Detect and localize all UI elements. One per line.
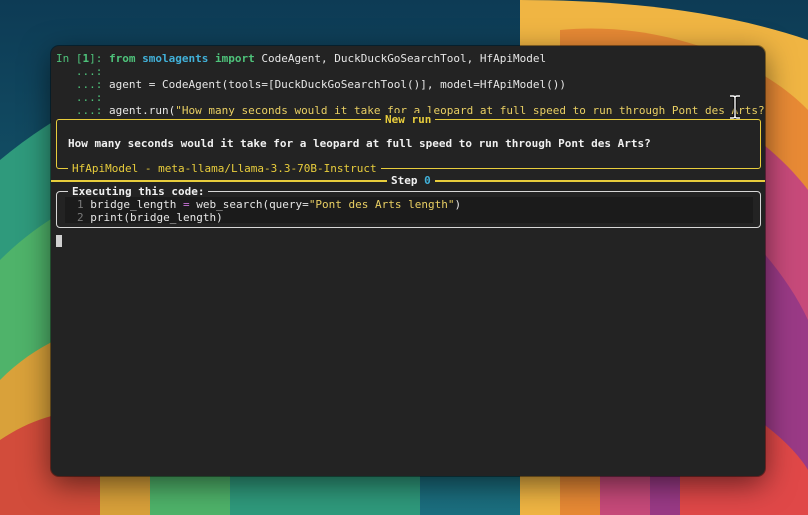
continuation-prompt: ...: [75, 104, 103, 117]
step-label-text: Step [391, 174, 418, 187]
terminal-window[interactable]: In [ 1]: from smolagents import CodeAgent… [51, 46, 765, 476]
model-footer: HfApiModel - meta-llama/Llama-3.3-70B-In… [68, 162, 381, 175]
code-operator: = [182, 198, 190, 211]
new-run-title: New run [381, 113, 436, 126]
code-line-2: 2 print(bridge_length) [77, 211, 223, 224]
line-number: 1 [77, 198, 84, 211]
line-number: 2 [77, 211, 84, 224]
block-cursor-icon [56, 235, 62, 247]
module-name: smolagents [142, 52, 209, 65]
input-line-2: ...: agent = CodeAgent(tools=[DuckDuckGo… [56, 78, 566, 91]
continuation-prompt: ...: [75, 78, 103, 91]
code-text: web_search(query= [189, 198, 309, 211]
code-text: ) [454, 198, 462, 211]
import-names: CodeAgent, DuckDuckGoSearchTool, HfApiMo… [261, 52, 547, 65]
run-task-string: "How many seconds would it take for a le… [175, 104, 765, 117]
code-text: bridge_length [90, 198, 183, 211]
step-label: Step 0 [387, 174, 435, 187]
code-text: print(bridge_length) [90, 211, 223, 224]
step-number: 0 [424, 174, 431, 187]
code-agent-line: agent = CodeAgent(tools=[DuckDuckGoSearc… [109, 78, 566, 91]
run-call: agent.run( [109, 104, 176, 117]
task-text: How many seconds would it take for a leo… [68, 137, 651, 150]
prompt-in-close: ]: [89, 52, 103, 65]
input-line-1: In [1]: from smolagents import CodeAgent… [56, 52, 546, 65]
keyword-from: from [109, 52, 136, 65]
continuation-prompt: ...: [75, 65, 103, 78]
continuation-prompt: ...: [75, 91, 103, 104]
continuation-line-empty: ...: [56, 91, 103, 104]
prompt-in-label: In [ [56, 52, 83, 65]
code-line-1: 1 bridge_length = web_search(query="Pont… [77, 198, 461, 211]
keyword-import: import [214, 52, 255, 65]
continuation-line-empty: ...: [56, 65, 103, 78]
i-beam-cursor-icon [730, 95, 740, 119]
code-string: "Pont des Arts length" [308, 198, 455, 211]
